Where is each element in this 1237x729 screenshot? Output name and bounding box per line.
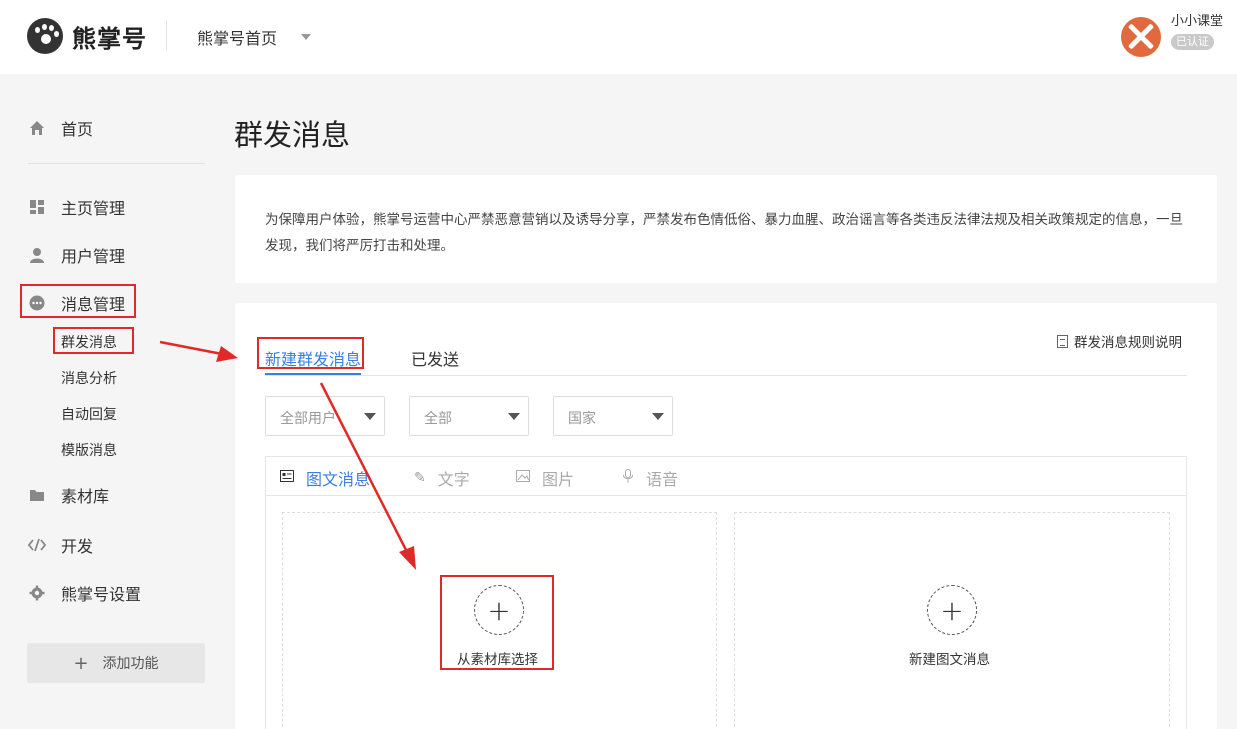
sidebar-item-label: 素材库 <box>61 487 110 506</box>
user-filter-select[interactable]: 全部用户 <box>265 396 385 436</box>
country-filter-value: 国家 <box>568 411 596 427</box>
type-tab-label: 语音 <box>646 470 679 489</box>
sidebar-item-users[interactable]: 用户管理 <box>28 243 125 267</box>
sidebar-item-label: 首页 <box>61 120 94 139</box>
active-tab-indicator <box>265 373 361 375</box>
user-icon <box>28 246 46 264</box>
sidebar-item-materials[interactable]: 素材库 <box>28 483 109 507</box>
message-type-bar <box>265 456 1187 496</box>
notice-card: 为保障用户体验，熊掌号运营中心严禁恶意营销以及诱导分享，严禁发布色情低俗、暴力血… <box>235 175 1217 283</box>
dashboard-icon <box>28 198 46 216</box>
user-filter-value: 全部用户 <box>280 411 336 427</box>
code-icon <box>28 536 46 554</box>
type-tab-label: 图片 <box>542 470 575 489</box>
sub-item-auto-reply[interactable]: 自动回复 <box>61 404 117 424</box>
caret-down-icon <box>652 413 664 420</box>
sidebar-item-label: 熊掌号设置 <box>61 585 142 604</box>
sidebar-item-label: 开发 <box>61 537 94 556</box>
highlight-box-broadcast <box>53 327 134 354</box>
gender-filter-value: 全部 <box>424 411 452 427</box>
add-feature-label: 添加功能 <box>102 656 159 672</box>
type-tab-label: 文字 <box>437 470 470 489</box>
type-tab-article[interactable]: 图文消息 <box>280 466 370 490</box>
notice-text: 为保障用户体验，熊掌号运营中心严禁恶意营销以及诱导分享，严禁发布色情低俗、暴力血… <box>265 212 1183 254</box>
top-bar <box>0 0 1237 74</box>
gear-icon <box>28 584 46 602</box>
home-dropdown-label: 熊掌号首页 <box>197 29 278 48</box>
sidebar-item-label: 主页管理 <box>61 199 126 218</box>
sidebar-item-settings[interactable]: 熊掌号设置 <box>28 581 141 605</box>
microphone-icon <box>622 469 634 487</box>
user-profile[interactable]: 小小课堂 已认证 <box>1121 14 1223 57</box>
sub-item-analytics[interactable]: 消息分析 <box>61 368 117 388</box>
pencil-icon: ✎ <box>414 470 426 486</box>
sub-item-templates[interactable]: 模版消息 <box>61 440 117 460</box>
paw-icon <box>27 18 63 54</box>
header-divider <box>166 20 167 50</box>
type-tab-image[interactable]: 图片 <box>516 466 574 490</box>
country-filter-select[interactable]: 国家 <box>553 396 673 436</box>
add-feature-button[interactable]: + 添加功能 <box>27 643 205 683</box>
caret-down-icon <box>508 413 520 420</box>
type-tab-text[interactable]: ✎ 文字 <box>414 466 470 490</box>
caret-down-icon <box>364 413 376 420</box>
sidebar-item-home[interactable]: 首页 <box>28 116 93 140</box>
highlight-box-messages <box>20 284 136 318</box>
user-name: 小小课堂 <box>1171 14 1224 29</box>
avatar <box>1121 17 1161 57</box>
highlight-box-library <box>440 575 554 670</box>
logo-text: 熊掌号 <box>72 24 147 53</box>
type-tab-voice[interactable]: 语音 <box>622 466 678 490</box>
sidebar-item-label: 用户管理 <box>61 247 126 266</box>
page-title: 群发消息 <box>234 118 351 152</box>
gender-filter-select[interactable]: 全部 <box>409 396 529 436</box>
tab-sent[interactable]: 已发送 <box>411 346 459 370</box>
arrow-line-to-tab <box>159 340 223 356</box>
article-icon <box>280 470 294 486</box>
document-icon <box>1057 334 1068 348</box>
type-tab-label: 图文消息 <box>306 470 371 489</box>
image-icon <box>516 470 530 486</box>
sidebar-item-homepage-manage[interactable]: 主页管理 <box>28 195 125 219</box>
plus-icon[interactable]: + <box>927 585 977 635</box>
home-icon <box>28 119 46 137</box>
caret-down-icon <box>301 34 312 40</box>
highlight-box-new-broadcast <box>257 337 364 369</box>
sidebar-item-develop[interactable]: 开发 <box>28 533 93 557</box>
rules-link-label: 群发消息规则说明 <box>1074 335 1182 351</box>
verified-badge: 已认证 <box>1171 34 1214 50</box>
sidebar-divider <box>28 163 205 164</box>
home-dropdown[interactable]: 熊掌号首页 <box>197 25 312 49</box>
plus-icon: + <box>73 652 89 674</box>
folder-icon <box>28 486 46 504</box>
rules-link[interactable]: 群发消息规则说明 <box>1057 331 1182 351</box>
logo[interactable]: 熊掌号 <box>27 18 147 54</box>
new-article-label[interactable]: 新建图文消息 <box>909 648 990 668</box>
tabs-divider <box>265 375 1187 376</box>
